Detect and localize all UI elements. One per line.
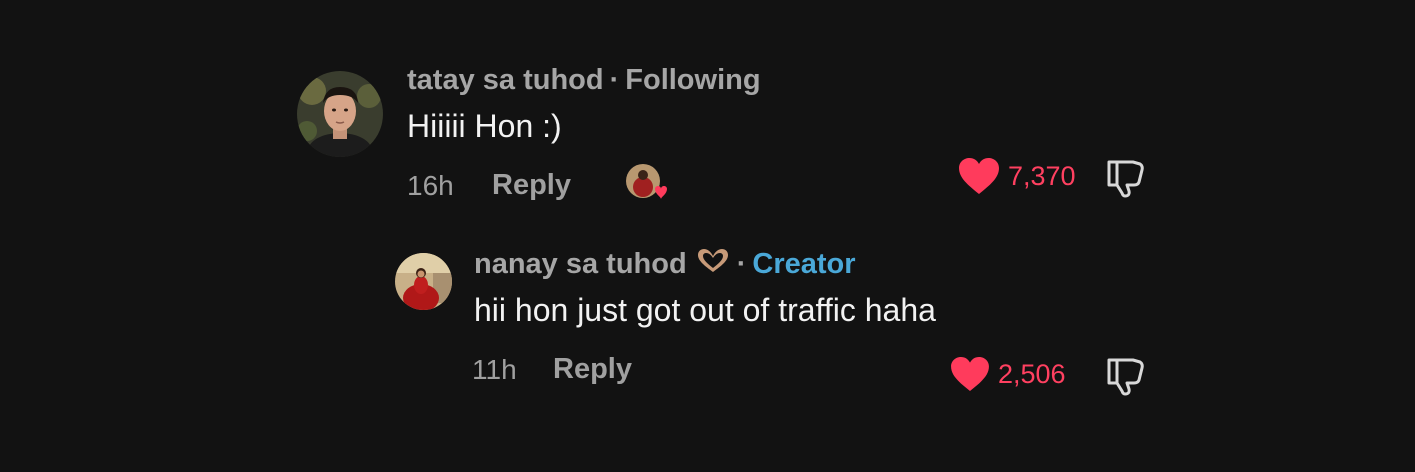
avatar[interactable] [297,71,383,157]
comment-header: nanay sa tuhod · Creator [474,248,856,282]
comment-text: Hiiiii Hon :) [407,108,562,144]
comment-text: hii hon just got out of traffic haha [474,292,936,328]
username[interactable]: nanay sa tuhod [474,248,687,280]
like-count: 2,506 [998,358,1066,389]
dislike-button[interactable] [1105,158,1147,203]
thumbs-down-icon [1107,358,1144,396]
separator: · [736,248,747,280]
separator: · [609,64,620,96]
creator-badge: Creator [752,248,856,280]
avatar[interactable] [395,253,452,310]
following-label: Following [625,64,761,96]
heart-hands-icon [695,248,731,282]
comment-time: 11h [472,354,517,385]
comment-header: tatay sa tuhod · Following [407,64,761,97]
comment-time: 16h [407,170,454,201]
reply-button[interactable]: Reply [492,169,571,202]
reply-button[interactable]: Reply [553,353,632,386]
dislike-button[interactable] [1105,356,1147,401]
like-button[interactable]: 7,370 [958,157,1076,195]
heart-icon [959,158,999,194]
username[interactable]: tatay sa tuhod [407,64,604,96]
creator-liked-avatar [625,163,667,203]
thumbs-down-icon [1107,160,1144,198]
heart-icon [951,356,989,392]
like-count: 7,370 [1008,160,1076,191]
heart-icon [655,186,667,199]
like-button[interactable]: 2,506 [950,356,1066,392]
